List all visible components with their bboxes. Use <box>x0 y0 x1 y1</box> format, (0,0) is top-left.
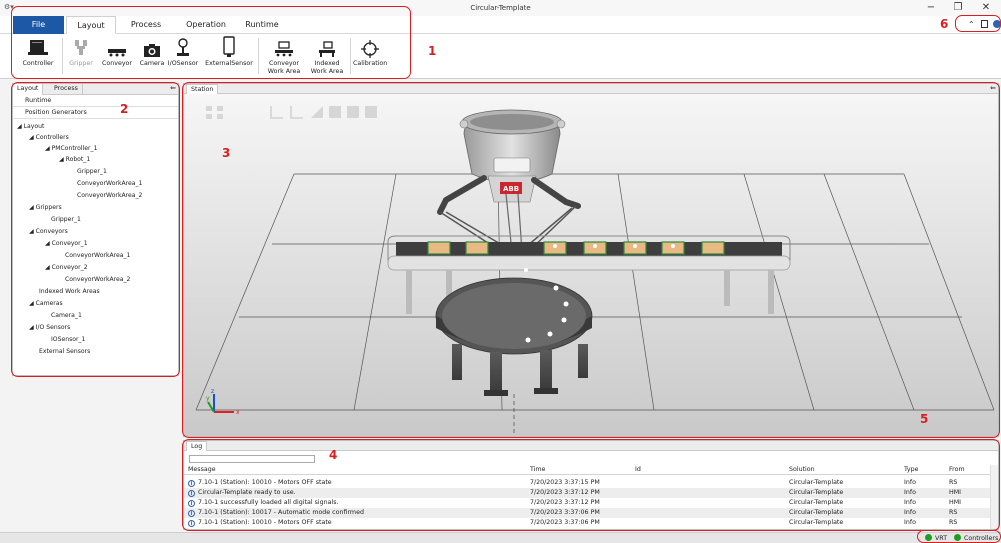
annotation-box-log <box>182 439 1000 531</box>
annotation-number: 5 <box>920 412 929 426</box>
annotation-box-station-view <box>182 82 1000 438</box>
annotation-box-layout-browser <box>11 82 180 377</box>
minimize-button[interactable]: − <box>924 2 938 13</box>
annotation-number: 6 <box>940 17 949 31</box>
annotation-box-ribbon <box>11 6 411 79</box>
annotation-box-window-controls <box>955 15 1001 32</box>
annotation-box-status-bar <box>917 530 1001 543</box>
restore-button[interactable]: ❐ <box>951 2 965 13</box>
close-button[interactable]: ✕ <box>979 2 993 13</box>
annotation-number: 1 <box>428 44 437 58</box>
status-bar: VRT Controllers <box>0 532 1001 543</box>
annotation-number: 2 <box>120 102 129 116</box>
